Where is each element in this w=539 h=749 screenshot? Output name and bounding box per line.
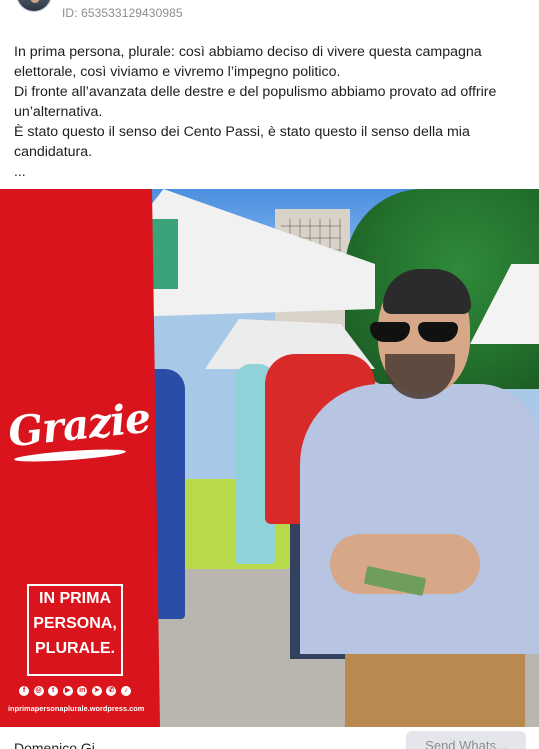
slogan-line: PERSONA,	[33, 615, 117, 632]
campaign-banner: Grazie IN PRIMA PERSONA, PLURALE. f ◎ t …	[0, 189, 160, 727]
slogan-box: IN PRIMA PERSONA, PLURALE.	[27, 584, 123, 676]
twitter-icon: t	[48, 686, 59, 696]
sunglasses	[370, 322, 462, 344]
candidate-shirt	[300, 384, 539, 654]
facebook-icon: f	[19, 686, 29, 696]
post-text: In prima persona, plurale: così abbiamo …	[14, 42, 524, 162]
post-image[interactable]: Grazie IN PRIMA PERSONA, PLURALE. f ◎ t …	[0, 189, 539, 727]
post-id: ID: 653533129430985	[62, 6, 183, 20]
telegram-icon: ➤	[91, 686, 102, 696]
grazie-text: Grazie	[5, 393, 153, 457]
candidate-pants	[345, 644, 525, 727]
slogan-line: IN PRIMA	[39, 590, 111, 607]
whatsapp-icon: ✆	[106, 686, 117, 696]
post-paragraph: In prima persona, plurale: così abbiamo …	[14, 44, 482, 80]
tiktok-icon: ♪	[120, 686, 131, 696]
social-icons: f ◎ t ▶ in ➤ ✆ ♪	[19, 686, 131, 696]
post-header: ID: 653533129430985	[0, 0, 539, 30]
post-paragraph: Di fronte all’avanzata delle destre e de…	[14, 84, 497, 120]
avatar[interactable]	[16, 0, 52, 12]
send-whatsapp-button[interactable]: Send Whats...	[406, 731, 526, 749]
website-text: inprimapersonaplurale.wordpress.com	[8, 704, 145, 713]
instagram-icon: ◎	[33, 686, 44, 696]
youtube-icon: ▶	[62, 686, 73, 696]
linkedin-icon: in	[77, 686, 88, 696]
post-paragraph: È stato questo il senso dei Cento Passi,…	[14, 124, 470, 160]
see-more-link[interactable]: ...	[14, 163, 26, 179]
slogan-line: PLURALE.	[35, 640, 115, 657]
contact-name: Domenico Gi...	[14, 740, 107, 749]
